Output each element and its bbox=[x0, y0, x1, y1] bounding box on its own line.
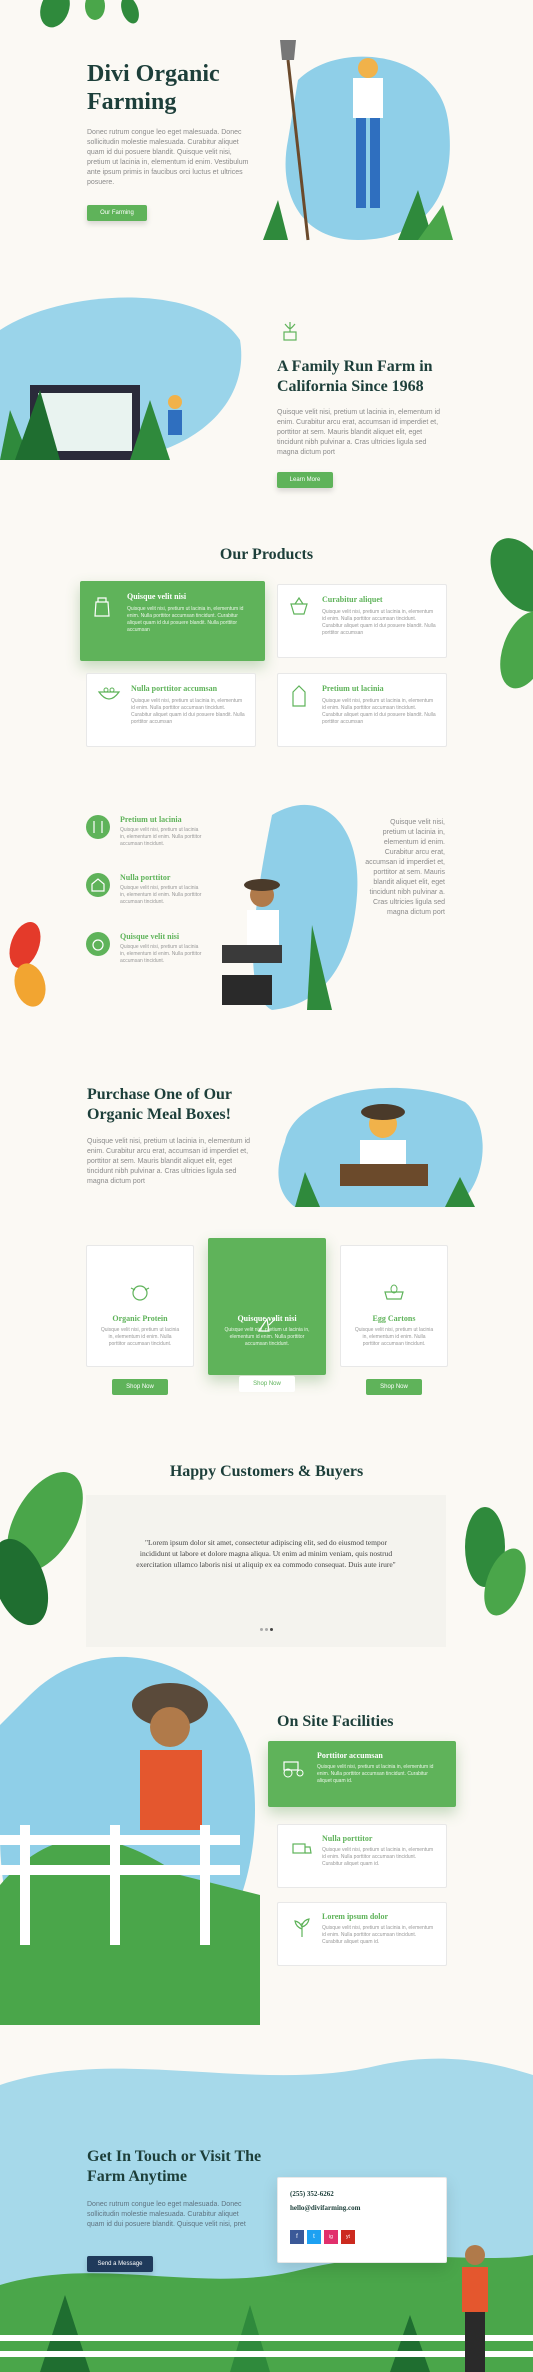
meal-box-text: Quisque velit nisi, pretium ut lacinia i… bbox=[354, 1327, 434, 1347]
facility-text: Quisque velit nisi, pretium ut lacinia i… bbox=[322, 1847, 434, 1867]
product-text: Quisque velit nisi, pretium ut lacinia i… bbox=[127, 606, 244, 633]
testimonial-box: "Lorem ipsum dolor sit amet, consectetur… bbox=[86, 1495, 446, 1647]
jar-icon bbox=[94, 597, 110, 617]
facebook-icon[interactable]: f bbox=[290, 2230, 304, 2244]
product-text: Quisque velit nisi, pretium ut lacinia i… bbox=[131, 698, 245, 725]
farmer-with-shovel-illustration bbox=[263, 40, 453, 241]
product-text: Quisque velit nisi, pretium ut lacinia i… bbox=[322, 609, 436, 636]
left-leaves-illustration bbox=[0, 1472, 83, 1626]
plant-icon bbox=[294, 1918, 310, 1937]
basket-icon bbox=[290, 596, 308, 615]
hero-leaves-illustration bbox=[40, 0, 139, 28]
products-title: Our Products bbox=[219, 546, 314, 563]
bowl-icon bbox=[97, 687, 121, 700]
product-title: Curabitur aliquet bbox=[322, 595, 383, 604]
farmer-with-box-illustration bbox=[278, 1087, 483, 1207]
instagram-icon[interactable]: ig bbox=[324, 2230, 338, 2244]
barn-icon bbox=[86, 873, 110, 897]
meal-box-title: Quisque velit nisi bbox=[237, 1314, 297, 1323]
boxes-text: Quisque velit nisi, pretium ut lacinia i… bbox=[87, 1138, 251, 1185]
contact-landscape-illustration bbox=[0, 2058, 533, 2372]
peppers-illustration bbox=[9, 921, 46, 1007]
egg-carton-icon bbox=[384, 1284, 404, 1300]
our-farming-button[interactable]: Our Farming bbox=[87, 205, 147, 221]
facility-title: Porttitor accumsan bbox=[317, 1751, 383, 1760]
learn-more-button[interactable]: Learn More bbox=[277, 472, 333, 488]
boxes-title: Purchase One of Our Organic Meal Boxes! bbox=[87, 1086, 233, 1123]
tractor-icon bbox=[283, 1761, 304, 1778]
feature-text: Quisque velit nisi, pretium ut lacinia i… bbox=[120, 827, 202, 847]
hero-title: Divi Organic Farming bbox=[87, 61, 220, 115]
product-title: Quisque velit nisi bbox=[127, 592, 187, 601]
farmer-kneeling-illustration bbox=[222, 804, 358, 1010]
about-text: Quisque velit nisi, pretium ut lacinia i… bbox=[277, 409, 441, 456]
feature-text: Quisque velit nisi, pretium ut lacinia i… bbox=[120, 885, 202, 905]
farmer-at-fence-illustration bbox=[0, 1656, 260, 2025]
shop-now-button[interactable]: Shop Now bbox=[366, 1379, 422, 1395]
product-card-4[interactable]: Pretium ut lacinia Quisque velit nisi, p… bbox=[277, 673, 447, 747]
meal-box-card-2[interactable]: Quisque velit nisi Quisque velit nisi, p… bbox=[208, 1238, 326, 1392]
right-leaf-illustration bbox=[490, 538, 533, 689]
shop-now-button[interactable]: Shop Now bbox=[112, 1379, 168, 1395]
facility-card-2[interactable]: Nulla porttitor Quisque velit nisi, pret… bbox=[277, 1824, 447, 1888]
testimonial-quote: "Lorem ipsum dolor sit amet, consectetur… bbox=[136, 1538, 396, 1569]
feature-title: Pretium ut lacinia bbox=[120, 815, 182, 824]
features-side-text: Quisque velit nisi, pretium ut lacinia i… bbox=[365, 819, 445, 916]
youtube-icon[interactable]: yt bbox=[341, 2230, 355, 2244]
facility-title: Nulla porttitor bbox=[322, 1834, 373, 1843]
meal-box-text: Quisque velit nisi, pretium ut lacinia i… bbox=[224, 1327, 310, 1347]
feature-title: Nulla porttitor bbox=[120, 873, 171, 882]
contact-title: Get In Touch or Visit The Farm Anytime bbox=[87, 2148, 262, 2185]
facility-title: Lorem ipsum dolor bbox=[322, 1912, 389, 1921]
product-card-2[interactable]: Curabitur aliquet Quisque velit nisi, pr… bbox=[277, 584, 447, 658]
product-card-3[interactable]: Nulla porttitor accumsan Quisque velit n… bbox=[86, 673, 256, 747]
cow-head-icon bbox=[130, 1285, 150, 1301]
product-title: Pretium ut lacinia bbox=[322, 684, 384, 693]
facility-text: Quisque velit nisi, pretium ut lacinia i… bbox=[317, 1764, 434, 1784]
contact-phone[interactable]: (255) 352-6262 bbox=[290, 2190, 334, 2198]
contact-text: Donec rutrum congue leo eget malesuada. … bbox=[87, 2201, 246, 2228]
carousel-dots[interactable] bbox=[86, 1625, 446, 1631]
contact-email[interactable]: hello@divifarming.com bbox=[290, 2204, 360, 2212]
facility-text: Quisque velit nisi, pretium ut lacinia i… bbox=[322, 1925, 434, 1945]
shop-now-button[interactable]: Shop Now bbox=[239, 1376, 295, 1392]
meal-box-text: Quisque velit nisi, pretium ut lacinia i… bbox=[100, 1327, 180, 1347]
feature-text: Quisque velit nisi, pretium ut lacinia i… bbox=[120, 944, 202, 964]
meal-box-card-1[interactable]: Organic Protein Quisque velit nisi, pret… bbox=[86, 1245, 194, 1395]
facility-card-3[interactable]: Lorem ipsum dolor Quisque velit nisi, pr… bbox=[277, 1902, 447, 1966]
milk-carton-icon bbox=[292, 685, 306, 707]
tools-icon bbox=[86, 815, 110, 839]
twitter-icon[interactable]: t bbox=[307, 2230, 321, 2244]
facility-card-1[interactable]: Porttitor accumsan Quisque velit nisi, p… bbox=[268, 1741, 456, 1807]
product-title: Nulla porttitor accumsan bbox=[131, 684, 218, 693]
product-card-1[interactable]: Quisque velit nisi Quisque velit nisi, p… bbox=[80, 581, 265, 661]
facilities-title: On Site Facilities bbox=[277, 1713, 394, 1730]
product-text: Quisque velit nisi, pretium ut lacinia i… bbox=[322, 698, 436, 725]
sprout-icon bbox=[283, 322, 297, 341]
cow-icon bbox=[86, 932, 110, 956]
family-farm-illustration bbox=[0, 297, 242, 460]
send-message-button[interactable]: Send a Message bbox=[87, 2256, 153, 2272]
meal-box-title: Organic Protein bbox=[112, 1314, 168, 1323]
right-plant-illustration bbox=[465, 1507, 526, 1616]
contact-card: (255) 352-6262 hello@divifarming.com f t… bbox=[277, 2177, 447, 2263]
truck-icon bbox=[292, 1843, 312, 1854]
page: Divi Organic Farming Donec rutrum congue… bbox=[0, 0, 533, 2372]
meal-box-card-3[interactable]: Egg Cartons Quisque velit nisi, pretium … bbox=[340, 1245, 448, 1395]
feature-title: Quisque velit nisi bbox=[120, 932, 180, 941]
hero-text: Donec rutrum congue leo eget malesuada. … bbox=[87, 129, 249, 186]
meal-box-title: Egg Cartons bbox=[372, 1314, 416, 1323]
about-title: A Family Run Farm in California Since 19… bbox=[277, 358, 433, 395]
